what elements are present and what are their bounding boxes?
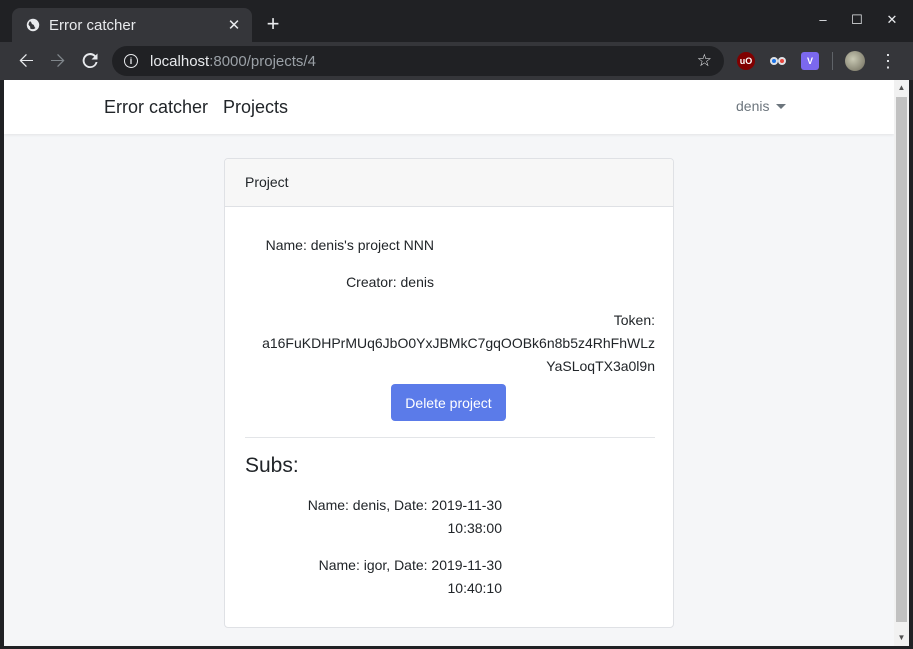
browser-toolbar: i localhost:8000/projects/4 ☆ uO V ⋮: [0, 42, 913, 80]
sub-item-line1: Name: igor, Date: 2019-11-30: [318, 557, 502, 573]
sub-item-line2: 10:38:00: [447, 520, 503, 536]
v-extension-icon[interactable]: V: [801, 52, 819, 70]
browser-menu-icon[interactable]: ⋮: [879, 50, 897, 72]
nav-link-projects[interactable]: Projects: [223, 97, 288, 118]
site-navbar: Error catcher Projects denis: [4, 80, 894, 134]
ublock-origin-icon[interactable]: uO: [737, 52, 755, 70]
page-viewport: Error catcher Projects denis Project Nam…: [4, 80, 894, 646]
bookmark-star-icon[interactable]: ☆: [697, 51, 712, 71]
token-value-part1: a16FuKDHPrMUq6JbO0YxJBMkC7gqOOBk6n8b5z4R…: [262, 335, 655, 351]
token-value-part2: YaSLoqTX3a0l9n: [546, 358, 655, 374]
sub-item: Name: igor, Date: 2019-11-30 10:40:10: [245, 554, 502, 600]
project-name: Name: denis's project NNN: [265, 237, 434, 253]
close-tab-icon[interactable]: ✕: [226, 16, 242, 34]
project-token: Token: a16FuKDHPrMUq6JbO0YxJBMkC7gqOOBk6…: [245, 309, 655, 378]
project-card: Project Name: denis's project NNN Creato…: [224, 158, 674, 628]
scrollbar-thumb[interactable]: [896, 97, 907, 622]
address-bar[interactable]: i localhost:8000/projects/4 ☆: [112, 46, 724, 76]
close-window-icon[interactable]: ✕: [882, 12, 902, 28]
caret-down-icon: [776, 103, 787, 109]
sub-item: Name: denis, Date: 2019-11-30 10:38:00: [245, 494, 502, 540]
sub-item-line2: 10:40:10: [447, 580, 503, 596]
url-path: :8000/projects/4: [209, 52, 316, 70]
back-icon[interactable]: [15, 50, 37, 72]
new-tab-button[interactable]: +: [262, 13, 284, 35]
scroll-down-icon[interactable]: ▼: [894, 631, 909, 645]
project-creator: Creator: denis: [346, 274, 434, 290]
window-frame-right: [909, 80, 913, 646]
card-header: Project: [225, 159, 673, 207]
eyes-extension-icon[interactable]: [769, 52, 787, 70]
browser-tab[interactable]: Error catcher ✕: [12, 8, 252, 42]
scroll-up-icon[interactable]: ▲: [894, 81, 909, 95]
user-name: denis: [736, 98, 770, 114]
sub-item-line1: Name: denis, Date: 2019-11-30: [307, 497, 502, 513]
delete-project-button[interactable]: Delete project: [391, 384, 506, 421]
brand-link[interactable]: Error catcher: [104, 97, 208, 118]
maximize-window-icon[interactable]: ☐: [847, 12, 867, 28]
browser-titlebar: Error catcher ✕ + – ☐ ✕: [0, 0, 913, 42]
info-icon[interactable]: i: [124, 54, 138, 68]
url-host: localhost: [150, 52, 210, 70]
forward-icon[interactable]: [47, 50, 69, 72]
globe-icon: [26, 18, 40, 32]
vertical-scrollbar[interactable]: ▲ ▼: [894, 80, 909, 646]
divider: [245, 437, 655, 438]
user-dropdown[interactable]: denis: [736, 98, 787, 114]
minimize-window-icon[interactable]: –: [813, 12, 833, 27]
reload-icon[interactable]: [79, 50, 101, 72]
profile-avatar[interactable]: [845, 51, 865, 71]
token-label: Token:: [613, 312, 655, 328]
tab-title: Error catcher: [49, 16, 136, 34]
toolbar-separator: [832, 52, 833, 70]
subs-heading: Subs:: [245, 454, 299, 477]
